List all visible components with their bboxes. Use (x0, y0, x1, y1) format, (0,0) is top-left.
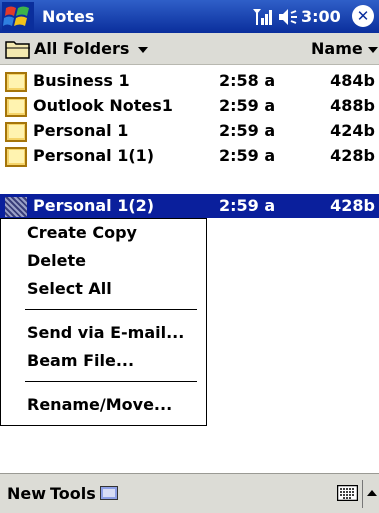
file-size: 424b (330, 121, 375, 140)
list-item[interactable]: Business 1 2:58 a 484b (0, 69, 379, 93)
note-icon (5, 147, 27, 167)
list-item[interactable]: Personal 1(1) 2:59 a 428b (0, 144, 379, 168)
menu-item-delete[interactable]: Delete (27, 251, 86, 270)
signal-icon[interactable] (252, 8, 274, 26)
file-name: Personal 1(1) (33, 146, 155, 165)
windows-flag-icon[interactable] (2, 2, 34, 31)
command-bar: New Tools (0, 473, 379, 513)
chevron-down-icon[interactable] (138, 47, 148, 53)
file-time: 2:59 a (219, 146, 276, 165)
file-size: 428b (330, 146, 375, 165)
input-panel-arrow-icon[interactable] (362, 480, 378, 508)
context-menu: Create Copy Delete Select All Send via E… (0, 218, 207, 426)
sort-dropdown[interactable]: Name (311, 39, 363, 58)
volume-icon[interactable] (278, 8, 298, 26)
menu-divider (25, 309, 197, 310)
folder-dropdown[interactable]: All Folders (34, 39, 129, 58)
file-time: 2:59 a (219, 96, 276, 115)
folder-bar: All Folders Name (0, 33, 379, 65)
app-title: Notes (42, 7, 95, 26)
close-icon[interactable]: ✕ (352, 5, 374, 27)
tools-menu-button[interactable]: Tools (50, 484, 96, 503)
note-icon (5, 97, 27, 117)
keyboard-icon[interactable] (337, 485, 358, 501)
list-item[interactable]: Outlook Notes1 2:59 a 488b (0, 94, 379, 118)
file-size: 488b (330, 96, 375, 115)
file-time: 2:58 a (219, 71, 276, 90)
chevron-down-icon[interactable] (368, 47, 378, 53)
file-time: 2:59 a (219, 196, 276, 215)
menu-divider (25, 381, 197, 382)
new-button[interactable]: New (7, 484, 46, 503)
title-bar: Notes 3:00 ✕ (0, 0, 379, 33)
file-size: 484b (330, 71, 375, 90)
clock[interactable]: 3:00 (301, 7, 341, 26)
menu-item-rename-move[interactable]: Rename/Move... (27, 395, 172, 414)
menu-item-create-copy[interactable]: Create Copy (27, 223, 137, 242)
file-name: Business 1 (33, 71, 130, 90)
file-name: Personal 1(2) (33, 196, 155, 215)
file-name: Outlook Notes1 (33, 96, 173, 115)
recording-icon[interactable] (100, 486, 118, 500)
note-icon (5, 122, 27, 142)
folder-icon (5, 41, 30, 59)
menu-item-send-email[interactable]: Send via E-mail... (27, 323, 184, 342)
menu-item-select-all[interactable]: Select All (27, 279, 112, 298)
file-size: 428b (330, 196, 375, 215)
menu-item-beam-file[interactable]: Beam File... (27, 351, 134, 370)
note-icon (5, 197, 27, 217)
note-icon (5, 72, 27, 92)
file-name: Personal 1 (33, 121, 129, 140)
file-time: 2:59 a (219, 121, 276, 140)
list-item[interactable]: Personal 1 2:59 a 424b (0, 119, 379, 143)
list-item-selected[interactable]: Personal 1(2) 2:59 a 428b (0, 194, 379, 218)
